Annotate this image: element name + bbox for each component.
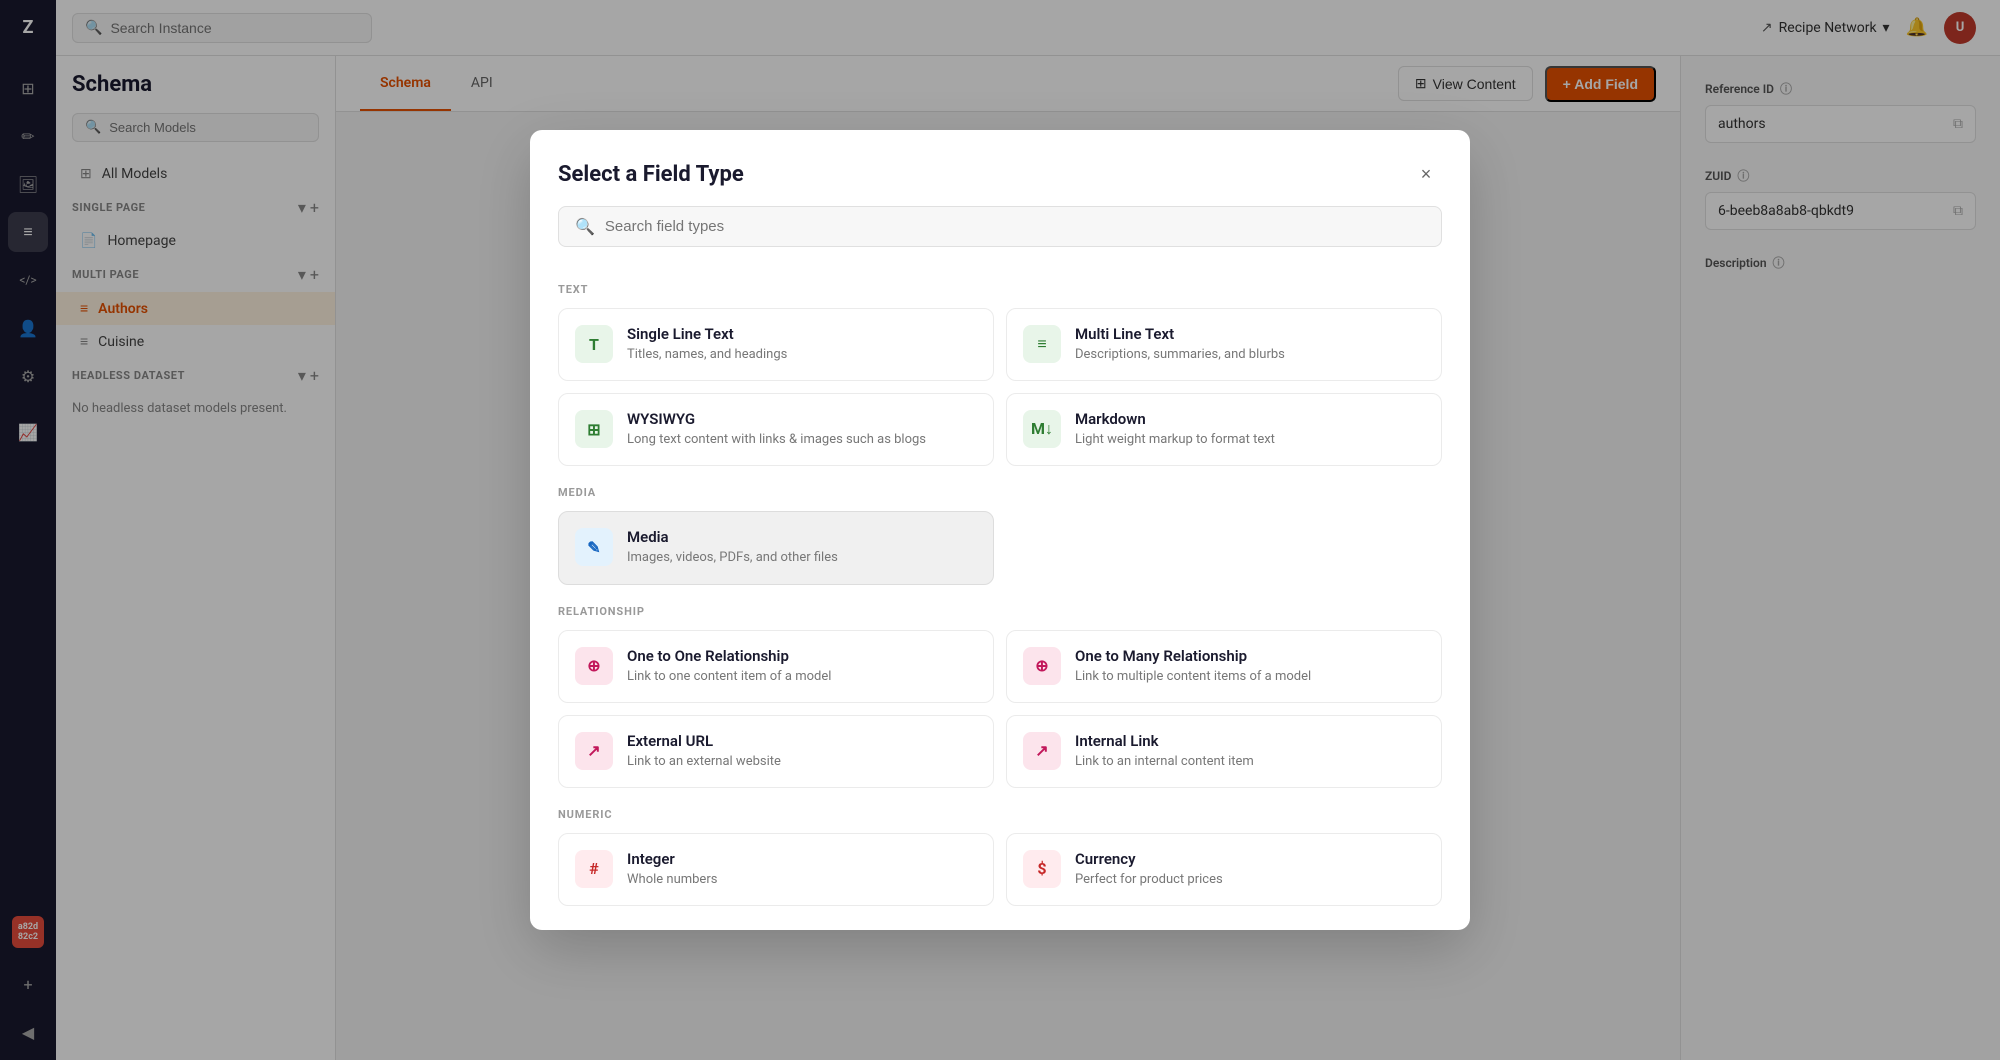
field-icon-currency: $	[1023, 850, 1061, 888]
field-card-integer[interactable]: # Integer Whole numbers	[558, 833, 994, 906]
field-card-wysiwyg[interactable]: ⊞ WYSIWYG Long text content with links & i…	[558, 393, 994, 466]
search-icon: 🔍	[575, 217, 595, 236]
field-card-desc-media: Images, videos, PDFs, and other files	[627, 549, 838, 567]
field-icon-one-to-many: ⊕	[1023, 647, 1061, 685]
field-card-name-one-to-one: One to One Relationship	[627, 647, 831, 665]
field-card-desc-one-to-many: Link to multiple content items of a mode…	[1075, 668, 1311, 686]
field-card-name-internal-link: Internal Link	[1075, 732, 1254, 750]
field-card-name-integer: Integer	[627, 850, 717, 868]
modal-title: Select a Field Type	[558, 162, 744, 187]
field-card-desc-internal-link: Link to an internal content item	[1075, 753, 1254, 771]
modal-body: TEXT T Single Line Text Titles, names, and …	[530, 263, 1470, 930]
section-title-numeric: NUMERIC	[558, 808, 1442, 821]
field-card-text-media: Media Images, videos, PDFs, and other fil…	[627, 528, 838, 567]
field-card-desc-currency: Perfect for product prices	[1075, 871, 1223, 889]
field-card-name-single-line-text: Single Line Text	[627, 325, 787, 343]
field-card-one-to-one[interactable]: ⊕ One to One Relationship Link to one cont…	[558, 630, 994, 703]
field-card-text-external-url: External URL Link to an external website	[627, 732, 781, 771]
field-icon-markdown: M↓	[1023, 410, 1061, 448]
field-card-external-url[interactable]: ↗ External URL Link to an external website	[558, 715, 994, 788]
field-card-markdown[interactable]: M↓ Markdown Light weight markup to format …	[1006, 393, 1442, 466]
section-title-text: TEXT	[558, 283, 1442, 296]
field-card-name-external-url: External URL	[627, 732, 781, 750]
field-card-desc-external-url: Link to an external website	[627, 753, 781, 771]
modal-close-button[interactable]: ×	[1410, 158, 1442, 190]
field-icon-external-url: ↗	[575, 732, 613, 770]
field-card-text-wysiwyg: WYSIWYG Long text content with links & im…	[627, 410, 926, 449]
field-icon-internal-link: ↗	[1023, 732, 1061, 770]
modal-search: 🔍	[530, 190, 1470, 263]
modal-backdrop[interactable]: Select a Field Type × 🔍 TEXT T Single Line…	[0, 0, 2000, 1060]
field-card-text-single-line-text: Single Line Text Titles, names, and headi…	[627, 325, 787, 364]
field-card-text-multi-line-text: Multi Line Text Descriptions, summaries, …	[1075, 325, 1285, 364]
field-card-name-markdown: Markdown	[1075, 410, 1275, 428]
field-icon-wysiwyg: ⊞	[575, 410, 613, 448]
field-card-one-to-many[interactable]: ⊕ One to Many Relationship Link to multipl…	[1006, 630, 1442, 703]
field-card-text-integer: Integer Whole numbers	[627, 850, 717, 889]
section-title-media: MEDIA	[558, 486, 1442, 499]
field-type-modal: Select a Field Type × 🔍 TEXT T Single Line…	[530, 130, 1470, 930]
field-icon-one-to-one: ⊕	[575, 647, 613, 685]
field-icon-integer: #	[575, 850, 613, 888]
field-card-text-currency: Currency Perfect for product prices	[1075, 850, 1223, 889]
field-card-desc-markdown: Light weight markup to format text	[1075, 431, 1275, 449]
field-card-name-multi-line-text: Multi Line Text	[1075, 325, 1285, 343]
field-card-name-media: Media	[627, 528, 838, 546]
field-card-media[interactable]: ✎ Media Images, videos, PDFs, and other fi…	[558, 511, 994, 584]
field-card-text-markdown: Markdown Light weight markup to format te…	[1075, 410, 1275, 449]
modal-header: Select a Field Type ×	[530, 130, 1470, 190]
field-grid-text: T Single Line Text Titles, names, and head…	[558, 308, 1442, 466]
field-card-desc-integer: Whole numbers	[627, 871, 717, 889]
field-type-search-input[interactable]	[605, 218, 1425, 235]
field-card-desc-wysiwyg: Long text content with links & images su…	[627, 431, 926, 449]
modal-search-inner[interactable]: 🔍	[558, 206, 1442, 247]
field-icon-media: ✎	[575, 528, 613, 566]
field-card-single-line-text[interactable]: T Single Line Text Titles, names, and head…	[558, 308, 994, 381]
field-icon-multi-line-text: ≡	[1023, 325, 1061, 363]
field-card-text-internal-link: Internal Link Link to an internal content…	[1075, 732, 1254, 771]
field-grid-relationship: ⊕ One to One Relationship Link to one cont…	[558, 630, 1442, 788]
field-card-text-one-to-many: One to Many Relationship Link to multiple…	[1075, 647, 1311, 686]
field-icon-single-line-text: T	[575, 325, 613, 363]
field-grid-media: ✎ Media Images, videos, PDFs, and other fi…	[558, 511, 1442, 584]
section-title-relationship: RELATIONSHIP	[558, 605, 1442, 618]
field-grid-numeric: # Integer Whole numbers $ Currency Perfect fo…	[558, 833, 1442, 906]
field-card-name-currency: Currency	[1075, 850, 1223, 868]
field-card-internal-link[interactable]: ↗ Internal Link Link to an internal conten…	[1006, 715, 1442, 788]
field-card-name-wysiwyg: WYSIWYG	[627, 410, 926, 428]
field-card-desc-multi-line-text: Descriptions, summaries, and blurbs	[1075, 346, 1285, 364]
field-card-desc-one-to-one: Link to one content item of a model	[627, 668, 831, 686]
field-card-name-one-to-many: One to Many Relationship	[1075, 647, 1311, 665]
field-card-text-one-to-one: One to One Relationship Link to one conte…	[627, 647, 831, 686]
field-card-desc-single-line-text: Titles, names, and headings	[627, 346, 787, 364]
field-card-currency[interactable]: $ Currency Perfect for product prices	[1006, 833, 1442, 906]
field-card-multi-line-text[interactable]: ≡ Multi Line Text Descriptions, summaries,…	[1006, 308, 1442, 381]
